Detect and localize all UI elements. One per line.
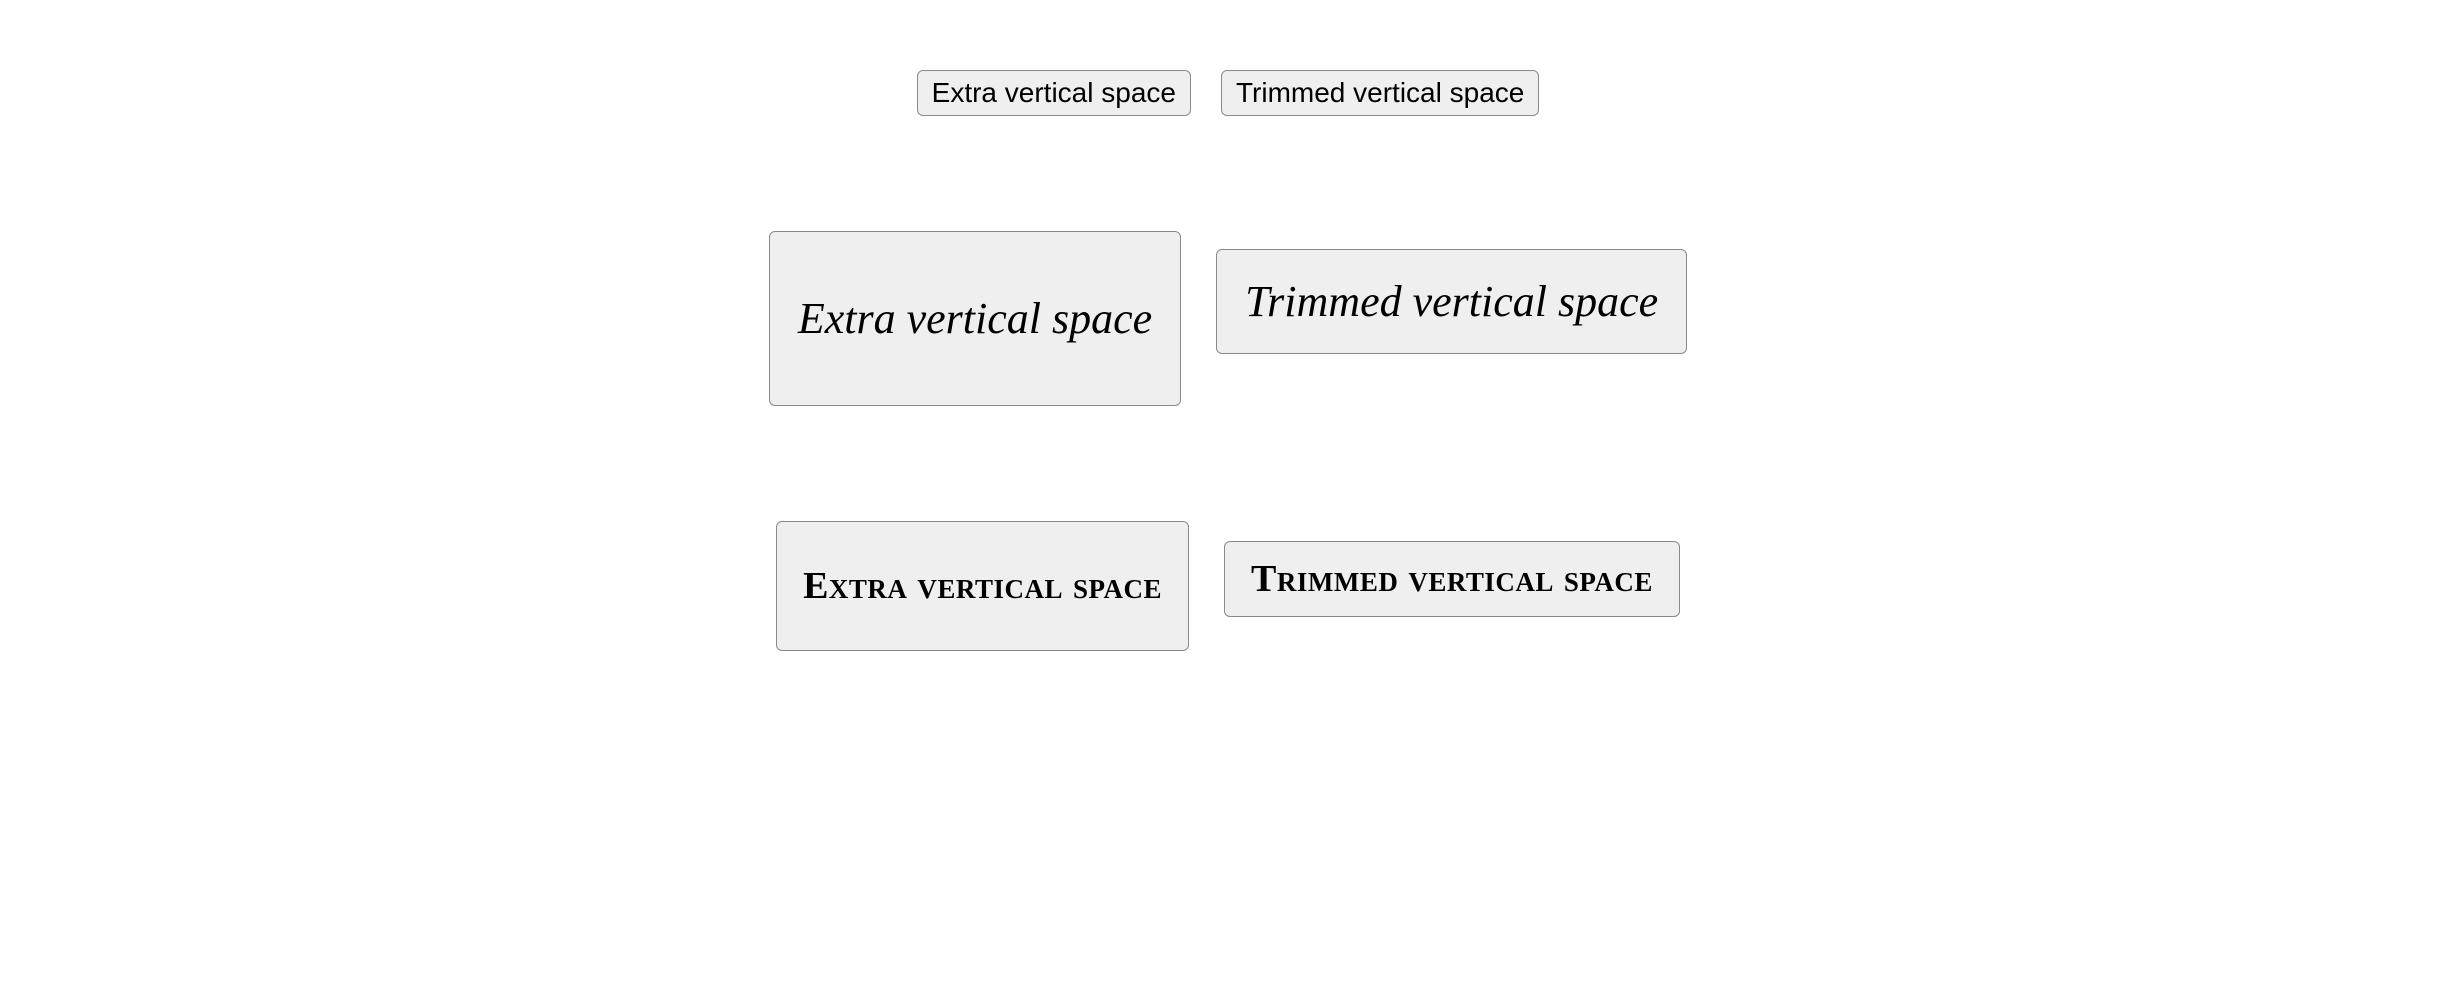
sans-extra-box: Extra vertical space: [917, 70, 1191, 116]
sans-trimmed-box: Trimmed vertical space: [1221, 70, 1539, 116]
row-script: Extra vertical space Trimmed vertical sp…: [769, 231, 1687, 406]
row-marker: Extra vertical space Trimmed vertical sp…: [776, 521, 1680, 651]
script-extra-label: Extra vertical space: [798, 293, 1152, 344]
marker-trimmed-label: Trimmed vertical space: [1251, 557, 1653, 601]
marker-trimmed-box: Trimmed vertical space: [1224, 541, 1680, 617]
example-canvas: Extra vertical space Trimmed vertical sp…: [0, 0, 2456, 990]
script-extra-box: Extra vertical space: [769, 231, 1181, 406]
script-trimmed-box: Trimmed vertical space: [1216, 249, 1687, 354]
marker-extra-box: Extra vertical space: [776, 521, 1189, 651]
script-trimmed-label: Trimmed vertical space: [1245, 276, 1658, 327]
sans-extra-label: Extra vertical space: [932, 77, 1176, 109]
sans-trimmed-label: Trimmed vertical space: [1236, 77, 1524, 109]
marker-extra-label: Extra vertical space: [803, 564, 1162, 608]
row-sans-serif: Extra vertical space Trimmed vertical sp…: [917, 70, 1540, 116]
